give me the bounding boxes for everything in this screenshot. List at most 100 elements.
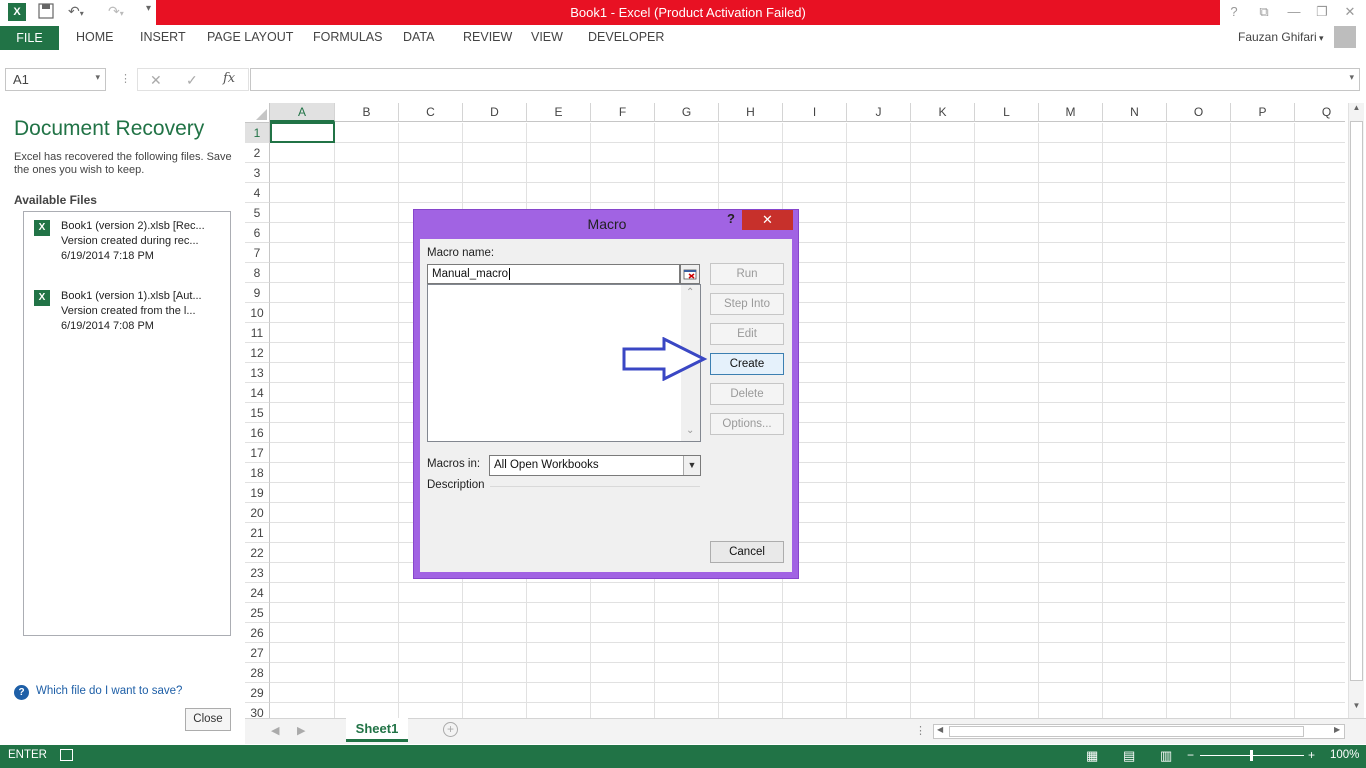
scroll-thumb[interactable] xyxy=(1350,121,1363,681)
column-header-E[interactable]: E xyxy=(527,103,591,122)
cancel-button[interactable]: Cancel xyxy=(710,541,784,563)
column-header-O[interactable]: O xyxy=(1167,103,1231,122)
zoom-in-icon[interactable]: + xyxy=(1308,748,1315,762)
column-header-M[interactable]: M xyxy=(1039,103,1103,122)
tab-view[interactable]: VIEW xyxy=(531,30,563,44)
create-button[interactable]: Create xyxy=(710,353,784,375)
zoom-out-icon[interactable]: − xyxy=(1187,748,1194,762)
row-header-26[interactable]: 26 xyxy=(245,623,270,643)
customize-qat-icon[interactable]: ▾ xyxy=(146,3,151,23)
scroll-down-icon[interactable]: ▼ xyxy=(1349,701,1364,717)
chevron-down-icon[interactable]: ▾ xyxy=(95,72,100,83)
user-dropdown-icon[interactable]: ▾ xyxy=(1319,33,1324,44)
enter-icon[interactable]: ✓ xyxy=(186,72,198,89)
active-cell-indicator[interactable] xyxy=(270,122,335,143)
macros-in-select[interactable]: All Open Workbooks ▼ xyxy=(489,455,701,476)
tab-sheet1[interactable]: Sheet1 xyxy=(346,718,408,742)
column-header-Q[interactable]: Q xyxy=(1295,103,1345,122)
step-into-button[interactable]: Step Into xyxy=(710,293,784,315)
page-layout-view-icon[interactable]: ▤ xyxy=(1123,748,1135,764)
minimize-icon[interactable]: — xyxy=(1282,2,1306,22)
row-header-13[interactable]: 13 xyxy=(245,363,270,383)
zoom-level[interactable]: 100% xyxy=(1330,749,1359,761)
row-header-19[interactable]: 19 xyxy=(245,483,270,503)
row-header-24[interactable]: 24 xyxy=(245,583,270,603)
row-header-12[interactable]: 12 xyxy=(245,343,270,363)
row-header-16[interactable]: 16 xyxy=(245,423,270,443)
redo-icon[interactable]: ↷▾ xyxy=(108,3,124,23)
horizontal-scrollbar[interactable]: ◀ ▶ xyxy=(933,724,1345,739)
split-handle-icon[interactable]: ⋮ xyxy=(915,724,926,737)
row-header-5[interactable]: 5 xyxy=(245,203,270,223)
column-header-B[interactable]: B xyxy=(335,103,399,122)
row-header-9[interactable]: 9 xyxy=(245,283,270,303)
row-header-11[interactable]: 11 xyxy=(245,323,270,343)
avatar[interactable] xyxy=(1334,26,1356,48)
user-name[interactable]: Fauzan Ghifari xyxy=(1238,30,1317,44)
list-item[interactable]: X Book1 (version 1).xlsb [Aut... Version… xyxy=(34,289,224,337)
ribbon-display-icon[interactable]: ⧉ xyxy=(1252,2,1276,22)
select-all-corner[interactable] xyxy=(245,103,270,123)
zoom-slider-thumb[interactable] xyxy=(1250,750,1253,761)
tab-review[interactable]: REVIEW xyxy=(463,30,512,44)
row-header-14[interactable]: 14 xyxy=(245,383,270,403)
scroll-right-icon[interactable]: ▶ xyxy=(1334,725,1340,734)
save-icon[interactable] xyxy=(38,3,54,23)
row-header-7[interactable]: 7 xyxy=(245,243,270,263)
row-header-2[interactable]: 2 xyxy=(245,143,270,163)
dialog-help-icon[interactable]: ? xyxy=(727,211,741,226)
row-header-6[interactable]: 6 xyxy=(245,223,270,243)
list-item[interactable]: X Book1 (version 2).xlsb [Rec... Version… xyxy=(34,219,224,267)
chevron-up-icon[interactable]: ⌃ xyxy=(686,287,694,298)
row-header-17[interactable]: 17 xyxy=(245,443,270,463)
scroll-left-icon[interactable]: ◀ xyxy=(937,725,943,734)
edit-button[interactable]: Edit xyxy=(710,323,784,345)
column-header-D[interactable]: D xyxy=(463,103,527,122)
column-header-P[interactable]: P xyxy=(1231,103,1295,122)
help-icon[interactable]: ? xyxy=(1222,2,1246,22)
collapse-dialog-icon[interactable] xyxy=(680,264,700,284)
row-header-1[interactable]: 1 xyxy=(245,123,270,143)
run-button[interactable]: Run xyxy=(710,263,784,285)
row-header-28[interactable]: 28 xyxy=(245,663,270,683)
row-header-27[interactable]: 27 xyxy=(245,643,270,663)
row-header-20[interactable]: 20 xyxy=(245,503,270,523)
help-link[interactable]: Which file do I want to save? xyxy=(36,685,182,697)
tab-insert[interactable]: INSERT xyxy=(140,30,186,44)
row-header-10[interactable]: 10 xyxy=(245,303,270,323)
undo-icon[interactable]: ↶▾ xyxy=(68,3,84,23)
row-header-3[interactable]: 3 xyxy=(245,163,270,183)
row-header-8[interactable]: 8 xyxy=(245,263,270,283)
page-break-view-icon[interactable]: ▥ xyxy=(1160,748,1172,764)
prev-sheet-icon[interactable]: ◀ xyxy=(271,724,279,737)
close-window-icon[interactable]: ✕ xyxy=(1338,2,1362,22)
scroll-up-icon[interactable]: ▲ xyxy=(1349,103,1364,119)
name-box[interactable]: A1 ▾ xyxy=(5,68,106,91)
column-header-C[interactable]: C xyxy=(399,103,463,122)
row-header-21[interactable]: 21 xyxy=(245,523,270,543)
normal-view-icon[interactable]: ▦ xyxy=(1086,748,1098,764)
hscroll-thumb[interactable] xyxy=(949,726,1304,737)
expand-formula-icon[interactable]: ▾ xyxy=(1349,72,1354,83)
macro-record-icon[interactable] xyxy=(60,749,73,761)
tab-page-layout[interactable]: PAGE LAYOUT xyxy=(207,30,293,44)
cancel-icon[interactable]: ✕ xyxy=(150,72,162,89)
formula-input[interactable]: ▾ xyxy=(250,68,1360,91)
next-sheet-icon[interactable]: ▶ xyxy=(297,724,305,737)
column-header-L[interactable]: L xyxy=(975,103,1039,122)
row-header-25[interactable]: 25 xyxy=(245,603,270,623)
column-header-N[interactable]: N xyxy=(1103,103,1167,122)
tab-developer[interactable]: DEVELOPER xyxy=(588,30,664,44)
new-sheet-icon[interactable]: + xyxy=(443,722,458,737)
restore-icon[interactable]: ❐ xyxy=(1310,2,1334,22)
vertical-scrollbar[interactable]: ▲ ▼ xyxy=(1348,103,1364,718)
tab-home[interactable]: HOME xyxy=(76,30,114,44)
tab-data[interactable]: DATA xyxy=(403,30,434,44)
chevron-down-icon[interactable]: ▼ xyxy=(683,456,700,475)
column-header-I[interactable]: I xyxy=(783,103,847,122)
row-header-23[interactable]: 23 xyxy=(245,563,270,583)
insert-function-icon[interactable]: fx xyxy=(223,71,235,86)
row-header-18[interactable]: 18 xyxy=(245,463,270,483)
row-header-4[interactable]: 4 xyxy=(245,183,270,203)
column-header-H[interactable]: H xyxy=(719,103,783,122)
